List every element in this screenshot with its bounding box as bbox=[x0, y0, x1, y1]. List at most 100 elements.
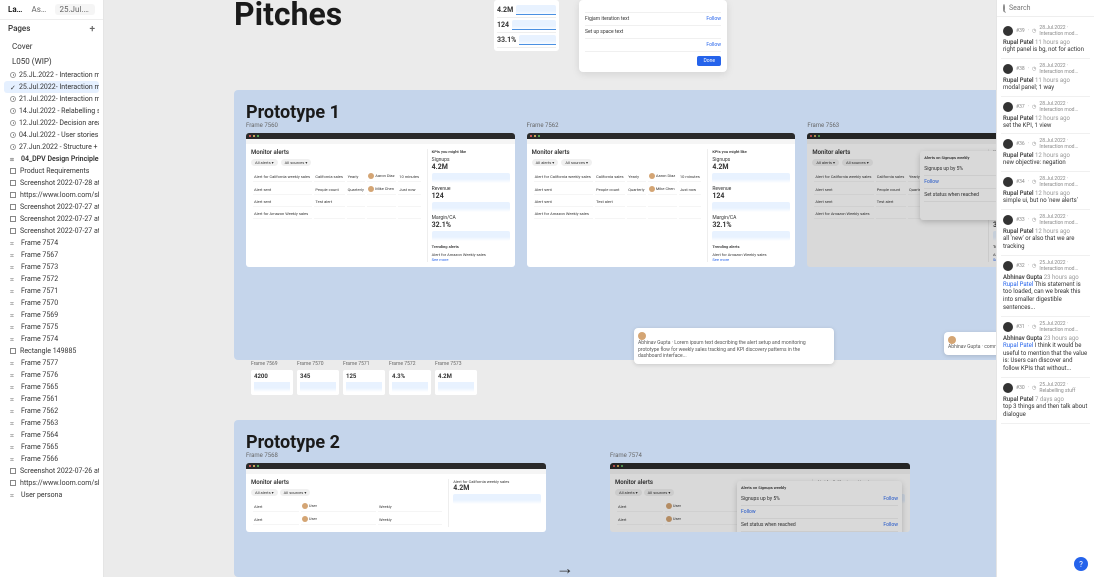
layer-item[interactable]: ⌗Frame 7565 bbox=[4, 441, 99, 453]
version-dropdown[interactable]: 25.Jul.2022... bbox=[55, 4, 95, 15]
frame-icon: ⌗ bbox=[10, 456, 17, 463]
comment-thread[interactable]: #36 · ◷ 28.Jul.2022 · Interaction mod...… bbox=[1001, 134, 1090, 172]
layer-item[interactable]: ⌗04_DPV Design Principles bbox=[4, 153, 99, 165]
layer-item[interactable]: Screenshot 2022-07-27 at 2.00.1 1 bbox=[4, 225, 99, 237]
layer-item[interactable]: Screenshot 2022-07-28 at 1.24.1 bbox=[4, 177, 99, 189]
layer-item[interactable]: ⌗Frame 7564 bbox=[4, 429, 99, 441]
filter-badge[interactable]: All sources ▾ bbox=[281, 159, 312, 166]
layer-item[interactable]: ⌗Frame 7574 bbox=[4, 237, 99, 249]
pages-label: Pages bbox=[8, 24, 30, 35]
comment-thread[interactable]: #32 · ◷ 25.Jul.2022 · Interaction mod...… bbox=[1001, 256, 1090, 317]
filter-badge[interactable]: All sources ▾ bbox=[842, 159, 873, 166]
kpi-stat: Signups4.2M bbox=[432, 157, 510, 171]
prototype-frame[interactable]: Monitor alerts All alerts ▾ All sources … bbox=[807, 133, 996, 267]
panel-tabs: Layers Assets 25.Jul.2022... bbox=[0, 0, 103, 20]
version-item[interactable]: 04.Jul.2022 - User stories bbox=[4, 129, 99, 141]
tab-assets[interactable]: Assets bbox=[31, 5, 47, 14]
layer-item[interactable]: ⌗Frame 7575 bbox=[4, 321, 99, 333]
clock-icon: ◷ bbox=[1032, 66, 1036, 72]
comment-thread[interactable]: #34 · ◷ 28.Jul.2022 · Interaction mod...… bbox=[1001, 172, 1090, 210]
layer-item[interactable]: ⌗Frame 7570 bbox=[4, 297, 99, 309]
rect-icon bbox=[10, 180, 16, 186]
comment-thread[interactable]: #33 · ◷ 28.Jul.2022 · Interaction mod...… bbox=[1001, 210, 1090, 256]
frame-icon: ⌗ bbox=[10, 156, 17, 163]
frame-label: Frame 7563 bbox=[807, 122, 839, 129]
layer-item[interactable]: ⌗Frame 7563 bbox=[4, 417, 99, 429]
clock-icon bbox=[10, 120, 16, 126]
version-item[interactable]: 14.Jul.2022 - Relabelling stuff bbox=[4, 105, 99, 117]
mini-frame[interactable]: Frame 75724.3% bbox=[389, 370, 431, 395]
layer-item[interactable]: https://www.loom.com/share/835... bbox=[4, 189, 99, 201]
layer-item[interactable]: ⌗Frame 7565 bbox=[4, 381, 99, 393]
layer-item[interactable]: ⌗Frame 7561 bbox=[4, 393, 99, 405]
comment-text: Abhinav Gupta · Lorem ipsum text describ… bbox=[638, 340, 818, 360]
layer-item[interactable]: ⌗Frame 7573 bbox=[4, 261, 99, 273]
version-item[interactable]: 25.JL.2022 - Interaction mod... bbox=[4, 69, 99, 81]
page-item[interactable]: Cover bbox=[4, 39, 99, 54]
comment-thread[interactable]: #39 · ◷ 28.Jul.2022 · Interaction mod...… bbox=[1001, 21, 1090, 59]
layer-item[interactable]: ⌗Frame 7576 bbox=[4, 369, 99, 381]
see-more-link[interactable]: See more bbox=[432, 257, 510, 262]
comment-thread[interactable]: #38 · ◷ 28.Jul.2022 · Interaction mod...… bbox=[1001, 59, 1090, 97]
layer-item[interactable]: ⌗Frame 7567 bbox=[4, 249, 99, 261]
pages-header: Pages + bbox=[0, 20, 103, 39]
layer-item[interactable]: https://www.loom.com/share/421f... bbox=[4, 477, 99, 489]
mini-frame[interactable]: Frame 7571125 bbox=[343, 370, 385, 395]
modal-done-button[interactable]: Done bbox=[697, 56, 721, 66]
search-icon bbox=[1003, 4, 1005, 12]
version-item[interactable]: 21.Jul.2022- Interaction mod... bbox=[4, 93, 99, 105]
layer-item[interactable]: Rectangle 149885 bbox=[4, 345, 99, 357]
layer-item[interactable]: Screenshot 2022-07-27 at 2.00.1 2 bbox=[4, 213, 99, 225]
add-page-button[interactable]: + bbox=[89, 24, 95, 35]
avatar bbox=[1003, 139, 1013, 149]
prototype-frame[interactable]: Monitor alerts All alerts ▾ All sources … bbox=[246, 133, 515, 267]
layer-item[interactable]: ⌗Frame 7566 bbox=[4, 453, 99, 465]
page-item[interactable]: L050 (WIP) bbox=[4, 54, 99, 69]
layer-item[interactable]: ⌗Frame 7574 bbox=[4, 333, 99, 345]
prototype-frame[interactable]: Monitor alerts All alerts ▾All sources ▾… bbox=[610, 463, 910, 532]
comment-thread[interactable]: #30 · ◷ 25.Jul.2022 · Relabelling stuff … bbox=[1001, 378, 1090, 424]
filter-badge[interactable]: All alerts ▾ bbox=[532, 159, 559, 166]
sparkline bbox=[516, 5, 556, 15]
version-item[interactable]: 12.Jul.2022- Decision areas bbox=[4, 117, 99, 129]
see-more-link[interactable]: See more bbox=[712, 257, 790, 262]
filter-badge[interactable]: All alerts ▾ bbox=[251, 159, 278, 166]
frame-icon: ⌗ bbox=[10, 312, 17, 319]
layer-item[interactable]: ⌗Frame 7569 bbox=[4, 309, 99, 321]
version-item[interactable]: 27.Jun.2022 - Structure + De... bbox=[4, 141, 99, 153]
canvas-comment[interactable]: Abhinav Gupta · comment on frame bbox=[944, 332, 996, 355]
mini-stats-card: 4.2M12433.1% bbox=[494, 0, 559, 51]
help-button[interactable]: ? bbox=[1074, 557, 1088, 571]
search-input[interactable] bbox=[1009, 4, 1094, 12]
layer-item[interactable]: ⌗Frame 7577 bbox=[4, 357, 99, 369]
prototype-frame[interactable]: Monitor alerts All alerts ▾All sources ▾… bbox=[246, 463, 546, 532]
filter-badge[interactable]: All sources ▾ bbox=[561, 159, 592, 166]
version-item[interactable]: ✓25.Jul.2022- Interaction mo... bbox=[4, 81, 99, 93]
layer-item[interactable]: ⌗Frame 7571 bbox=[4, 285, 99, 297]
prototype-frame[interactable]: Monitor alerts All alerts ▾ All sources … bbox=[527, 133, 796, 267]
mini-frame[interactable]: Frame 75694200 bbox=[251, 370, 293, 395]
mini-frame[interactable]: Frame 75734.2M bbox=[435, 370, 477, 395]
frame-icon: ⌗ bbox=[10, 276, 17, 283]
filter-badge[interactable]: All alerts ▾ bbox=[812, 159, 839, 166]
follow-link[interactable]: Follow bbox=[706, 42, 721, 48]
layer-item[interactable]: Screenshot 2022-07-26 at 5.33.1 bbox=[4, 465, 99, 477]
sparkline bbox=[712, 231, 790, 241]
layer-item[interactable]: ⌗User persona bbox=[4, 489, 99, 501]
canvas-comment[interactable]: Abhinav Gupta · Lorem ipsum text describ… bbox=[634, 328, 834, 364]
comment-text: Abhinav Gupta · comment on frame bbox=[948, 344, 996, 351]
layer-item[interactable]: ⌗Frame 7562 bbox=[4, 405, 99, 417]
see-more-link[interactable]: See more bbox=[993, 257, 996, 262]
canvas[interactable]: Pitches 4.2M12433.1% Figjam iteration te… bbox=[104, 0, 996, 577]
comment-thread[interactable]: #31 · ◷ 25.Jul.2022 · Interaction mod...… bbox=[1001, 317, 1090, 378]
comment-thread[interactable]: #37 · ◷ 28.Jul.2022 · Interaction mod...… bbox=[1001, 97, 1090, 135]
avatar bbox=[1003, 177, 1013, 187]
sparkline bbox=[438, 382, 474, 392]
mini-frame[interactable]: Frame 7570345 bbox=[297, 370, 339, 395]
layer-item[interactable]: ⌗Frame 7572 bbox=[4, 273, 99, 285]
layer-item[interactable]: Product Requirements bbox=[4, 165, 99, 177]
layer-item[interactable]: Screenshot 2022-07-27 at 10.02.1 bbox=[4, 201, 99, 213]
follow-link[interactable]: Follow bbox=[706, 16, 721, 22]
arrow-icon: → bbox=[556, 558, 574, 577]
tab-layers[interactable]: Layers bbox=[8, 5, 23, 14]
